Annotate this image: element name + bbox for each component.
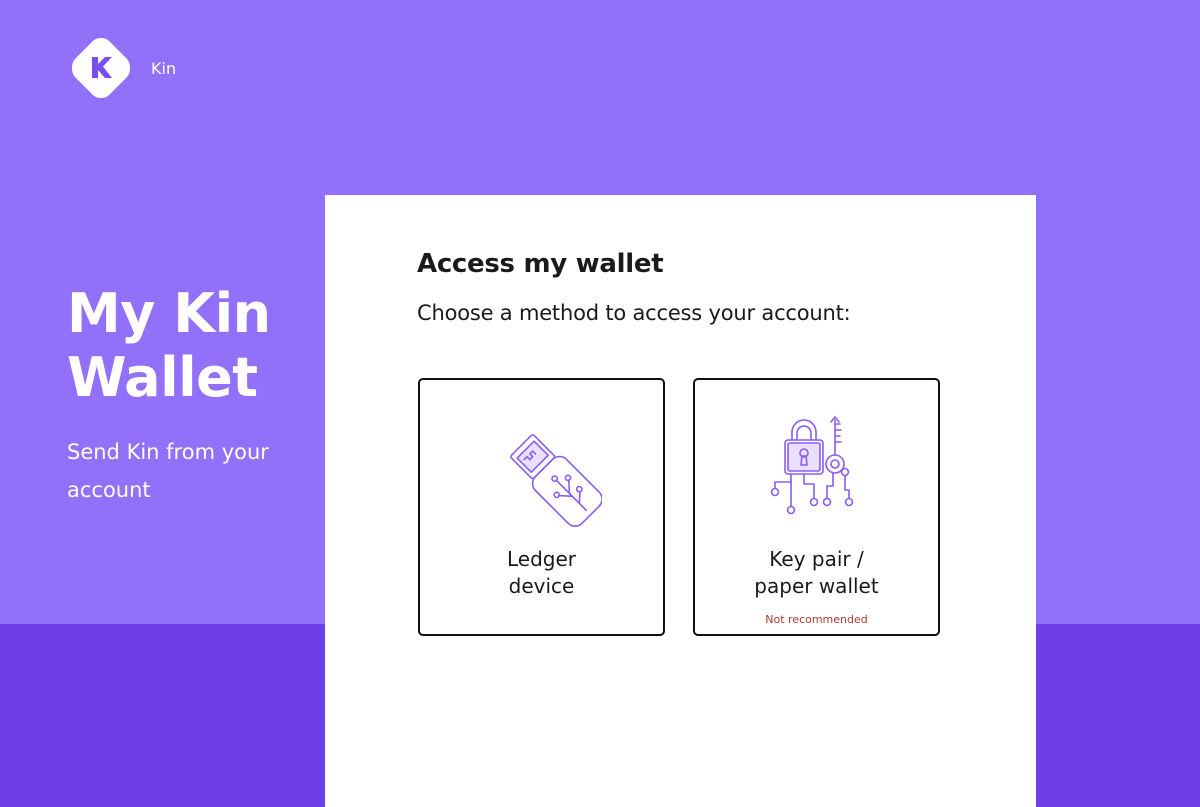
hero-title: My Kin Wallet <box>67 282 271 409</box>
ledger-device-label: Ledger device <box>506 547 576 598</box>
keypair-paper-wallet-label: Key pair / paper wallet <box>754 547 879 598</box>
kin-logo-link[interactable]: Kin <box>69 35 176 101</box>
kin-logo-icon <box>69 35 133 101</box>
not-recommended-note: Not recommended <box>765 613 868 626</box>
card-subtitle: Choose a method to access your account: <box>417 301 851 325</box>
keypair-paper-wallet-option[interactable]: Key pair / paper wallet Not recommended <box>693 378 940 636</box>
ledger-device-option[interactable]: Ledger device <box>418 378 665 636</box>
hero-subtitle: Send Kin from your account <box>67 440 269 502</box>
access-wallet-card: Access my wallet Choose a method to acce… <box>325 195 1036 807</box>
brand-name: Kin <box>151 58 177 78</box>
usb-stick-icon <box>420 410 663 528</box>
page: Kin My Kin Wallet Send Kin from your acc… <box>0 0 1200 807</box>
padlock-key-icon <box>695 410 938 528</box>
card-title: Access my wallet <box>417 249 664 279</box>
